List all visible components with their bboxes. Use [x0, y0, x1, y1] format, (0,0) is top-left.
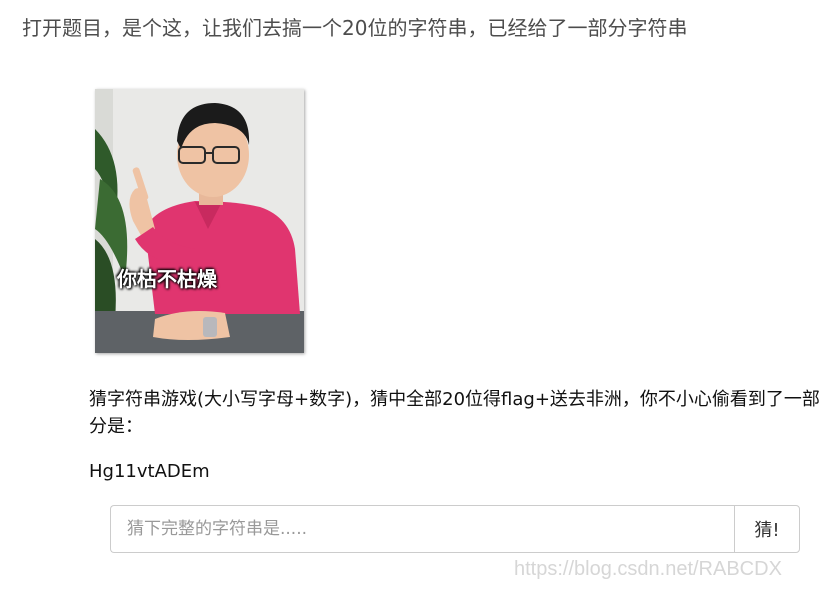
meme-photo-illustration: [95, 89, 304, 353]
meme-caption: 你枯不枯燥: [117, 267, 217, 291]
watermark: https://blog.csdn.net/RABCDX: [514, 558, 782, 580]
meme-image: 你枯不枯燥: [95, 89, 304, 353]
intro-text: 打开题目，是个这，让我们去搞一个20位的字符串，已经给了一部分字符串: [22, 16, 688, 40]
guess-input[interactable]: [110, 505, 734, 553]
game-description: 猜字符串游戏(大小写字母+数字)，猜中全部20位得flag+送去非洲，你不小心偷…: [89, 389, 820, 437]
partial-string: Hg11vtADEm: [89, 461, 210, 482]
submit-guess-button[interactable]: 猜!: [734, 505, 800, 553]
guess-form: 猜!: [110, 505, 800, 553]
